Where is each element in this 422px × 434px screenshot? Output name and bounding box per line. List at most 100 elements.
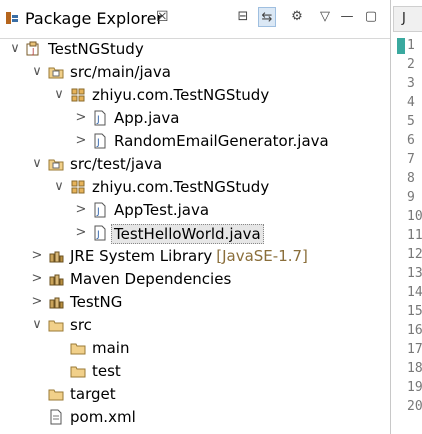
expand-chevron-icon[interactable]: ∨ [8, 41, 22, 57]
line-number: 14 [407, 285, 422, 300]
tree-item-label: src/test/java [70, 155, 162, 173]
tree-item-label: zhiyu.com.TestNGStudy [92, 178, 269, 196]
line-number: 18 [407, 361, 422, 376]
line-marker [397, 38, 405, 54]
tree-item-text: Maven Dependencies [70, 270, 232, 288]
tree-item-label: RandomEmailGenerator.java [114, 132, 329, 150]
tree-item[interactable]: > TestNG [0, 291, 390, 314]
tree-item[interactable]: > J TestHelloWorld.java [0, 222, 390, 245]
java-file-icon: J [94, 110, 106, 126]
collapse-chevron-icon[interactable]: > [74, 225, 88, 241]
tree-item[interactable]: ∨ zhiyu.com.TestNGStudy [0, 176, 390, 199]
line-number: 20 [407, 399, 422, 414]
view-menu-icon[interactable]: ▽ [316, 7, 334, 27]
svg-text:J: J [96, 230, 100, 240]
focus-icon[interactable]: ⚙ [288, 7, 306, 27]
tree-item-text: AppTest.java [114, 201, 210, 219]
tree-item-label: zhiyu.com.TestNGStudy [92, 86, 269, 104]
expand-chevron-icon[interactable]: ∨ [30, 156, 44, 172]
editor-area[interactable]: J 1 2 3 4 5 6 7 8 9 10 11 12 13 14 15 16 17 18 19 20 [390, 0, 422, 434]
source-folder-icon [48, 159, 64, 171]
collapse-chevron-icon[interactable]: > [74, 110, 88, 126]
library-icon [49, 251, 64, 263]
tree-item[interactable]: ∨ zhiyu.com.TestNGStudy [0, 84, 390, 107]
expand-chevron-icon[interactable]: ∨ [52, 87, 66, 103]
svg-text:J: J [96, 138, 100, 148]
line-number: 8 [407, 171, 415, 186]
collapse-chevron-icon[interactable]: > [74, 133, 88, 149]
tree-item-text: RandomEmailGenerator.java [114, 132, 329, 150]
tree-item-label: TestHelloWorld.java [111, 224, 264, 244]
tree-item[interactable]: ∨ src/test/java [0, 153, 390, 176]
java-file-icon: J [94, 133, 106, 149]
package-icon [71, 180, 85, 194]
tree-item-text: TestHelloWorld.java [114, 225, 261, 243]
tree-item[interactable]: test [0, 360, 390, 383]
collapse-chevron-icon[interactable]: > [30, 294, 44, 310]
tree-item[interactable]: ∨ src/main/java [0, 61, 390, 84]
tree-item-label: JRE System Library [JavaSE-1.7] [70, 247, 308, 265]
svg-text:J: J [31, 47, 34, 56]
tree-item[interactable]: > Maven Dependencies [0, 268, 390, 291]
view-title: Package Explorer [25, 9, 164, 28]
line-number: 4 [407, 95, 415, 110]
tree-item-text: src/test/java [70, 155, 163, 173]
tree-item-text: zhiyu.com.TestNGStudy [92, 86, 270, 104]
tree-item[interactable]: pom.xml [0, 406, 390, 429]
tree-item[interactable]: > JRE System Library [JavaSE-1.7] [0, 245, 390, 268]
package-explorer-icon [6, 12, 18, 24]
minimize-icon[interactable]: — [338, 7, 356, 27]
tree-item-text: main [92, 339, 130, 357]
collapse-all-icon[interactable]: ⊟ [234, 7, 252, 27]
line-number: 1 [407, 38, 415, 53]
tree-item-label: src/main/java [70, 63, 171, 81]
line-number: 11 [407, 228, 422, 243]
source-folder-icon [48, 67, 64, 79]
tree-item[interactable]: ∨ src [0, 314, 390, 337]
collapse-chevron-icon[interactable]: > [30, 248, 44, 264]
xml-file-icon [50, 409, 62, 425]
project-tree[interactable]: ∨ J TestNGStudy ∨ src/main/java ∨ zhiyu.com.Te… [0, 38, 390, 434]
line-number: 17 [407, 342, 422, 357]
tree-item[interactable]: > J RandomEmailGenerator.java [0, 130, 390, 153]
project-icon: J [26, 41, 39, 56]
package-explorer-tab[interactable]: Package Explorer ☒ ⊟ ⇆ ⚙ ▽ — ▢ [0, 0, 390, 39]
tree-item-text: TestNGStudy [48, 40, 144, 58]
folder-icon [70, 366, 86, 378]
collapse-chevron-icon[interactable]: > [30, 271, 44, 287]
tree-item[interactable]: ∨ J TestNGStudy [0, 38, 390, 61]
tree-item-label: target [70, 385, 116, 403]
close-view-icon[interactable]: ☒ [156, 9, 169, 25]
tree-item-label: AppTest.java [114, 201, 209, 219]
tree-item[interactable]: main [0, 337, 390, 360]
link-with-editor-icon[interactable]: ⇆ [258, 7, 276, 27]
tree-item[interactable]: target [0, 383, 390, 406]
svg-text:J: J [96, 115, 100, 125]
line-number: 12 [407, 247, 422, 262]
line-number: 2 [407, 57, 415, 72]
maximize-icon[interactable]: ▢ [362, 7, 380, 27]
java-file-icon: J [94, 225, 106, 241]
tree-item-text: App.java [114, 109, 180, 127]
tree-item-label: TestNGStudy [48, 40, 144, 58]
expand-chevron-icon[interactable]: ∨ [30, 317, 44, 333]
expand-chevron-icon[interactable]: ∨ [30, 64, 44, 80]
tree-item-label: pom.xml [70, 408, 136, 426]
expand-chevron-icon[interactable]: ∨ [52, 179, 66, 195]
library-icon [49, 274, 64, 286]
folder-icon [48, 389, 64, 401]
folder-icon [48, 320, 64, 332]
folder-icon [70, 343, 86, 355]
tree-item-text: JRE System Library [70, 247, 213, 265]
collapse-chevron-icon[interactable]: > [74, 202, 88, 218]
tree-item-label: main [92, 339, 129, 357]
editor-tab[interactable]: J [393, 6, 422, 32]
line-number: 15 [407, 304, 422, 319]
line-number: 10 [407, 209, 422, 224]
svg-text:J: J [96, 207, 100, 217]
line-number: 9 [407, 190, 415, 205]
java-editor-icon: J [402, 11, 406, 26]
tree-item[interactable]: > J AppTest.java [0, 199, 390, 222]
library-icon [49, 297, 64, 309]
tree-item[interactable]: > J App.java [0, 107, 390, 130]
